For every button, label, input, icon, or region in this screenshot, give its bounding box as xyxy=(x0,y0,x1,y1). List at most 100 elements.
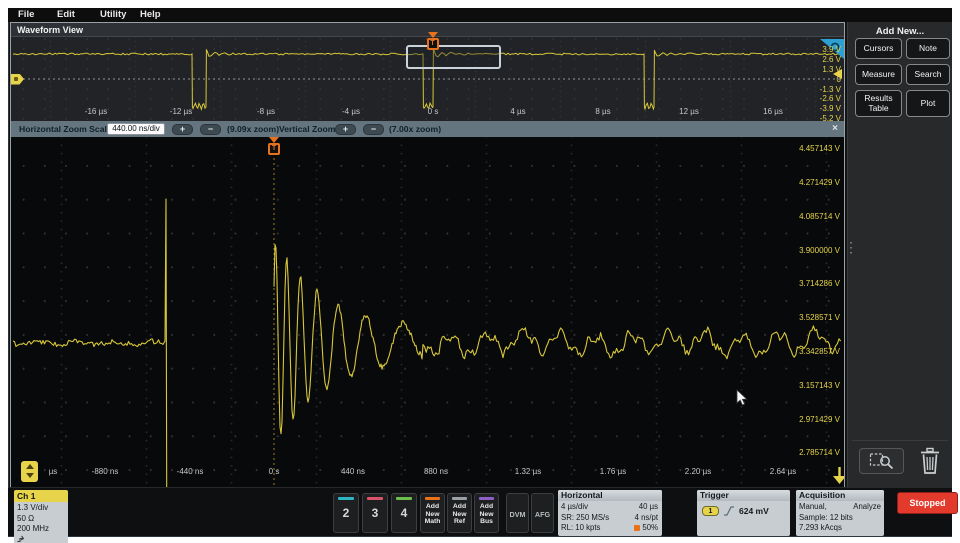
trigger-panel[interactable]: Trigger 1 624 mV xyxy=(697,490,790,536)
waveform-view-panel: Waveform View T 3.9 V 2.6 V 1.3 V 0 -1.3… xyxy=(10,22,845,488)
time-tick-label: 880 ns xyxy=(423,467,449,476)
voltage-tick-label: 2.785714 V xyxy=(799,448,840,457)
horizontal-scale: 4 µs/div xyxy=(561,502,589,511)
horizontal-left-column: 4 µs/div SR: 250 MS/s RL: 10 kpts xyxy=(561,502,609,534)
add-new-results-table-button[interactable]: Results Table xyxy=(855,90,902,117)
oscilloscope-screen: File Edit Utility Help Waveform View T 3… xyxy=(0,0,960,543)
add-new-cursors-button[interactable]: Cursors xyxy=(855,38,902,59)
add-new-note-button[interactable]: Note xyxy=(906,38,950,59)
right-panel: Add New... Cursors Note Measure Search Resul… xyxy=(844,22,952,487)
zoom-close-icon[interactable]: × xyxy=(832,121,838,137)
add-new-measure-button[interactable]: Measure xyxy=(855,64,902,85)
clip-down-arrow-icon xyxy=(25,473,34,478)
voltage-tick-label: 2.971429 V xyxy=(799,415,840,424)
channel-1-bandwidth: 200 MHz xyxy=(17,524,65,542)
horizontal-right-column: 40 µs 4 ns/pt 50% xyxy=(634,502,658,534)
time-tick-label: 8 µs xyxy=(595,107,611,116)
add-new-plot-button[interactable]: Plot xyxy=(906,90,950,117)
acquisition-sample: Sample: 12 bits xyxy=(799,512,853,522)
zoom-toolbar: Horizontal Zoom Scale 440.00 ns/div + − … xyxy=(11,121,844,137)
acquisition-panel[interactable]: Acquisition Manual, Analyze Sample: 12 b… xyxy=(796,490,884,536)
horizontal-resolution: 4 ns/pt xyxy=(634,512,658,522)
zoom-plot[interactable]: T 4.457143 V 4.271429 V 4.085714 V 3.900000… xyxy=(11,137,844,488)
zoom-window-box[interactable] xyxy=(406,45,501,69)
time-tick-label: 2.64 µs xyxy=(769,467,797,476)
menu-item-help[interactable]: Help xyxy=(140,9,161,20)
panel-separator xyxy=(852,440,948,441)
channel-1-scale: 1.3 V/div xyxy=(17,503,49,512)
channel-4-button[interactable]: 4 xyxy=(391,493,417,533)
bottom-settings-bar: Ch 1 1.3 V/div 50 Ω 200 MHz 2 3 4 Add New Ma… xyxy=(8,487,958,543)
button-label: Add New Math xyxy=(424,503,441,525)
afg-button[interactable]: AFG xyxy=(531,493,554,533)
voltage-tick-label: 2.6 V xyxy=(822,55,841,64)
dvm-label: DVM xyxy=(509,510,526,519)
trigger-flag-letter: T xyxy=(268,143,280,155)
menu-item-utility[interactable]: Utility xyxy=(100,9,126,20)
channel-1-settings: 1.3 V/div 50 Ω 200 MHz xyxy=(14,502,68,543)
accent-line xyxy=(452,497,467,500)
position-indicator-icon xyxy=(634,524,641,531)
vertical-zoom-label: Vertical Zoom xyxy=(279,124,336,134)
trigger-level-value: 624 mV xyxy=(739,506,769,516)
trigger-settings: 1 624 mV xyxy=(702,506,769,516)
horizontal-zoom-scale-label: Horizontal Zoom Scale xyxy=(19,124,112,134)
voltage-tick-label: 4.457143 V xyxy=(799,144,840,153)
time-tick-label: -880 ns xyxy=(91,467,119,476)
button-label: Add New Bus xyxy=(479,503,494,525)
horizontal-zoom-minus-button[interactable]: − xyxy=(200,123,221,135)
dvm-button[interactable]: DVM xyxy=(506,493,529,533)
trigger-panel-title: Trigger xyxy=(697,490,790,501)
channel-2-button[interactable]: 2 xyxy=(333,493,359,533)
acquisition-panel-title: Acquisition xyxy=(796,490,884,501)
zoom-reset-button[interactable] xyxy=(859,448,904,474)
menu-item-edit[interactable]: Edit xyxy=(57,9,75,20)
vertical-zoom-readout: (7.00x zoom) xyxy=(389,124,442,134)
voltage-tick-label: 3.9 V xyxy=(822,45,841,54)
channel-1-badge[interactable]: Ch 1 1.3 V/div 50 Ω 200 MHz xyxy=(14,490,68,543)
time-tick-label: 4 µs xyxy=(510,107,526,116)
time-tick-label: 0 s xyxy=(427,107,439,116)
overview-trigger-flag[interactable]: T xyxy=(426,32,439,50)
time-tick-label: 0 s xyxy=(268,467,280,476)
menu-bar: File Edit Utility Help xyxy=(8,8,952,22)
overview-plot[interactable]: T 3.9 V 2.6 V 1.3 V 0 -1.3 V -2.6 V -3.9 V -5.2… xyxy=(11,32,844,123)
add-new-ref-button[interactable]: Add New Ref xyxy=(447,493,472,533)
channel-3-button[interactable]: 3 xyxy=(362,493,388,533)
acquisition-mode: Manual, xyxy=(799,502,827,511)
voltage-tick-label: 3.157143 V xyxy=(799,381,840,390)
run-stop-status-button[interactable]: Stopped xyxy=(897,492,958,514)
voltage-tick-label: 3.900000 V xyxy=(799,246,840,255)
time-tick-label: 440 ns xyxy=(340,467,366,476)
vertical-zoom-minus-button[interactable]: − xyxy=(363,123,384,135)
voltage-tick-label: -1.3 V xyxy=(819,85,841,94)
voltage-tick-label: 4.085714 V xyxy=(799,212,840,221)
horizontal-zoom-plus-button[interactable]: + xyxy=(172,123,193,135)
voltage-tick-label: -5.2 V xyxy=(819,114,841,123)
panel-drag-handle[interactable]: ⋮ xyxy=(844,240,858,254)
horizontal-duration: 40 µs xyxy=(638,502,658,511)
accent-line xyxy=(425,497,440,500)
voltage-tick-label: 3.342857 V xyxy=(799,347,840,356)
trigger-source-badge: 1 xyxy=(702,506,719,516)
menu-item-file[interactable]: File xyxy=(18,9,34,20)
vertical-zoom-plus-button[interactable]: + xyxy=(335,123,356,135)
time-tick-label: -12 µs xyxy=(169,107,193,116)
add-new-math-button[interactable]: Add New Math xyxy=(420,493,445,533)
add-new-search-button[interactable]: Search xyxy=(906,64,950,85)
horizontal-zoom-scale-input[interactable]: 440.00 ns/div xyxy=(107,123,165,135)
ground-marker-glyph xyxy=(14,77,18,81)
zoom-trigger-flag[interactable]: T xyxy=(268,137,281,155)
channel-4-label: 4 xyxy=(400,506,408,520)
channel-2-label: 2 xyxy=(342,506,350,520)
channel-4-accent xyxy=(396,497,412,500)
channel1-clip-badge[interactable] xyxy=(21,461,38,482)
horizontal-panel[interactable]: Horizontal 4 µs/div SR: 250 MS/s RL: 10 … xyxy=(558,490,662,536)
time-tick-label: 12 µs xyxy=(679,107,699,116)
voltage-tick-label: 3.714286 V xyxy=(799,279,840,288)
delete-trash-button[interactable] xyxy=(914,444,946,478)
time-tick-label: 16 µs xyxy=(763,107,783,116)
horizontal-panel-title: Horizontal xyxy=(558,490,662,501)
add-new-title: Add New... xyxy=(875,26,925,37)
add-new-bus-button[interactable]: Add New Bus xyxy=(474,493,499,533)
